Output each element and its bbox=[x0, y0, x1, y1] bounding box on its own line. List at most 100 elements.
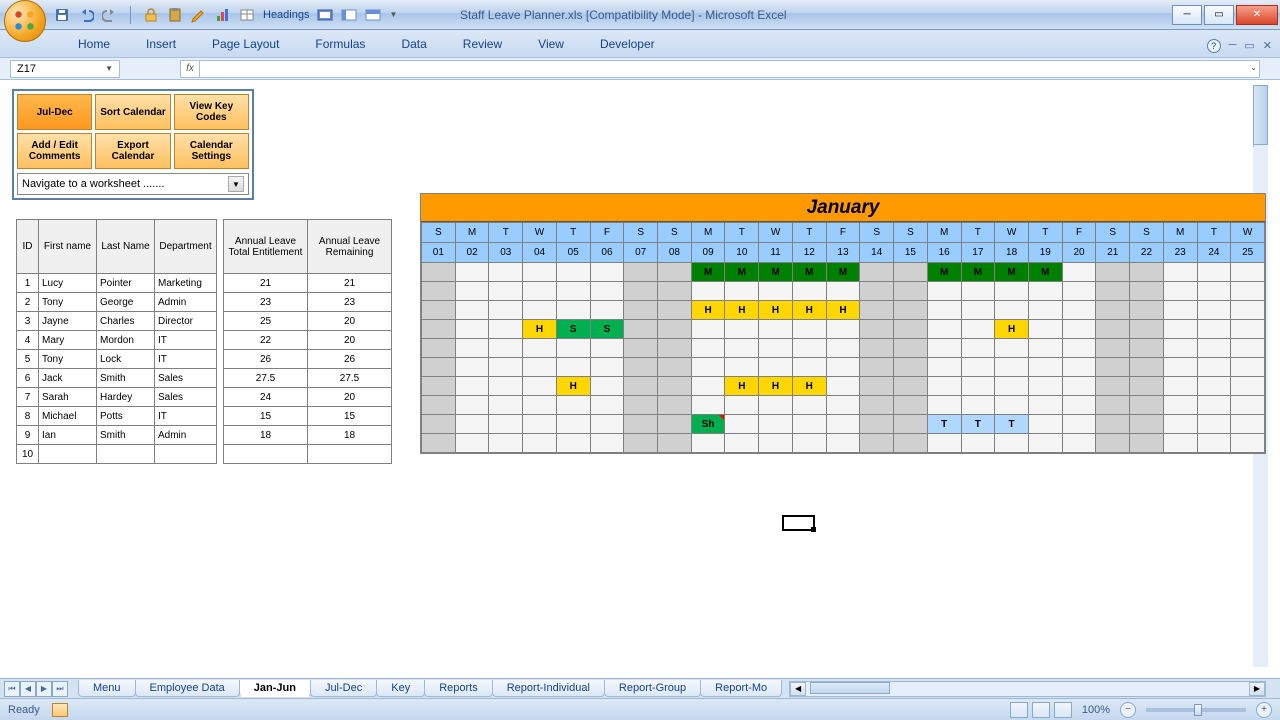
save-icon[interactable] bbox=[54, 7, 70, 23]
calendar-cell[interactable] bbox=[894, 415, 928, 434]
calendar-row[interactable]: HHHHH bbox=[422, 301, 1265, 320]
calendar-cell[interactable] bbox=[894, 301, 928, 320]
calendar-cell[interactable]: T bbox=[995, 415, 1029, 434]
calendar-cell[interactable] bbox=[961, 301, 995, 320]
help-icon[interactable]: ? bbox=[1207, 39, 1221, 53]
scroll-left-icon[interactable]: ◀ bbox=[790, 682, 806, 696]
doc-close-icon[interactable]: ✕ bbox=[1263, 39, 1272, 53]
calendar-cell[interactable] bbox=[894, 339, 928, 358]
calendar-cell[interactable] bbox=[860, 263, 894, 282]
calendar-cell[interactable] bbox=[792, 434, 826, 453]
table-row[interactable]: 1LucyPointerMarketing bbox=[17, 274, 217, 293]
calendar-cell[interactable] bbox=[995, 434, 1029, 453]
calendar-cell[interactable] bbox=[927, 320, 961, 339]
calendar-cell[interactable] bbox=[556, 434, 590, 453]
calendar-cell[interactable] bbox=[792, 282, 826, 301]
calendar-row[interactable] bbox=[422, 434, 1265, 453]
calendar-cell[interactable] bbox=[1231, 263, 1265, 282]
calendar-cell[interactable] bbox=[1096, 358, 1130, 377]
calendar-cell[interactable] bbox=[1130, 320, 1164, 339]
calendar-cell[interactable] bbox=[1028, 377, 1062, 396]
ribbon-tab-developer[interactable]: Developer bbox=[582, 31, 673, 57]
calendar-cell[interactable] bbox=[826, 358, 860, 377]
calendar-cell[interactable] bbox=[961, 282, 995, 301]
calendar-cell[interactable] bbox=[422, 320, 456, 339]
calendar-cell[interactable] bbox=[624, 263, 658, 282]
calendar-cell[interactable] bbox=[1197, 396, 1231, 415]
calendar[interactable]: January SMTWTFSSMTWTFSSMTWTFSSMTW 010203… bbox=[420, 193, 1266, 454]
table-row[interactable]: 5TonyLockIT bbox=[17, 350, 217, 369]
calendar-cell[interactable] bbox=[995, 339, 1029, 358]
calendar-cell[interactable] bbox=[624, 320, 658, 339]
calendar-cell[interactable] bbox=[1197, 377, 1231, 396]
calendar-cell[interactable] bbox=[1062, 320, 1096, 339]
calendar-cell[interactable] bbox=[860, 358, 894, 377]
calendar-cell[interactable] bbox=[1163, 263, 1197, 282]
calendar-cell[interactable] bbox=[860, 339, 894, 358]
calendar-cell[interactable] bbox=[894, 396, 928, 415]
calendar-cell[interactable] bbox=[422, 396, 456, 415]
calendar-cell[interactable] bbox=[1130, 339, 1164, 358]
calendar-cell[interactable] bbox=[658, 301, 692, 320]
calendar-cell[interactable] bbox=[455, 263, 489, 282]
calendar-cell[interactable] bbox=[826, 320, 860, 339]
calendar-cell[interactable] bbox=[624, 377, 658, 396]
calendar-cell[interactable] bbox=[860, 415, 894, 434]
staff-table[interactable]: ID First name Last Name Department 1Lucy… bbox=[16, 219, 217, 464]
table-row[interactable]: 1515 bbox=[224, 407, 392, 426]
calendar-cell[interactable] bbox=[1197, 339, 1231, 358]
calendar-cell[interactable] bbox=[1130, 377, 1164, 396]
calendar-cell[interactable] bbox=[995, 282, 1029, 301]
calendar-cell[interactable]: H bbox=[826, 301, 860, 320]
calendar-cell[interactable] bbox=[1130, 263, 1164, 282]
calendar-cell[interactable]: M bbox=[691, 263, 725, 282]
calendar-cell[interactable] bbox=[1028, 415, 1062, 434]
table-row[interactable]: 4MaryMordonIT bbox=[17, 331, 217, 350]
calendar-cell[interactable] bbox=[759, 415, 793, 434]
calendar-cell[interactable] bbox=[995, 301, 1029, 320]
formula-input[interactable]: ⌄ bbox=[200, 60, 1260, 78]
ribbon-tab-page-layout[interactable]: Page Layout bbox=[194, 31, 297, 57]
toolbox-btn-view-key-codes[interactable]: View Key Codes bbox=[174, 94, 249, 130]
scroll-right-icon[interactable]: ▶ bbox=[1249, 682, 1265, 696]
calendar-cell[interactable] bbox=[422, 282, 456, 301]
calendar-cell[interactable] bbox=[658, 282, 692, 301]
calendar-cell[interactable] bbox=[658, 434, 692, 453]
calendar-cell[interactable]: S bbox=[590, 320, 624, 339]
calendar-cell[interactable] bbox=[995, 358, 1029, 377]
calendar-cell[interactable] bbox=[927, 282, 961, 301]
calendar-cell[interactable] bbox=[1163, 339, 1197, 358]
calendar-cell[interactable] bbox=[489, 396, 523, 415]
calendar-cell[interactable] bbox=[1197, 263, 1231, 282]
calendar-cell[interactable] bbox=[725, 396, 759, 415]
calendar-cell[interactable] bbox=[489, 434, 523, 453]
calendar-cell[interactable] bbox=[523, 282, 557, 301]
calendar-cell[interactable] bbox=[860, 377, 894, 396]
table-row[interactable]: 3JayneCharlesDirector bbox=[17, 312, 217, 331]
sheet-tab-key[interactable]: Key bbox=[376, 680, 425, 697]
calendar-cell[interactable]: H bbox=[691, 301, 725, 320]
view-icon[interactable] bbox=[365, 7, 381, 23]
calendar-cell[interactable]: M bbox=[961, 263, 995, 282]
calendar-cell[interactable] bbox=[1163, 282, 1197, 301]
table-row[interactable]: 2520 bbox=[224, 312, 392, 331]
calendar-cell[interactable] bbox=[725, 358, 759, 377]
calendar-cell[interactable] bbox=[523, 396, 557, 415]
calendar-cell[interactable] bbox=[1062, 339, 1096, 358]
toolbox-btn-jul-dec[interactable]: Jul-Dec bbox=[17, 94, 92, 130]
qat-dropdown-icon[interactable]: ▼ bbox=[389, 10, 397, 19]
edit-icon[interactable] bbox=[191, 7, 207, 23]
sheet-tab-jul-dec[interactable]: Jul-Dec bbox=[310, 680, 377, 697]
calendar-cell[interactable] bbox=[422, 377, 456, 396]
calendar-cell[interactable] bbox=[1062, 358, 1096, 377]
table-row[interactable]: 2TonyGeorgeAdmin bbox=[17, 293, 217, 312]
calendar-cell[interactable] bbox=[961, 396, 995, 415]
calendar-cell[interactable] bbox=[556, 282, 590, 301]
calendar-cell[interactable] bbox=[1028, 282, 1062, 301]
calendar-cell[interactable] bbox=[590, 434, 624, 453]
calendar-cell[interactable] bbox=[455, 358, 489, 377]
calendar-cell[interactable] bbox=[1096, 415, 1130, 434]
ribbon-tab-home[interactable]: Home bbox=[60, 31, 128, 57]
calendar-cell[interactable] bbox=[1130, 434, 1164, 453]
calendar-cell[interactable] bbox=[422, 415, 456, 434]
